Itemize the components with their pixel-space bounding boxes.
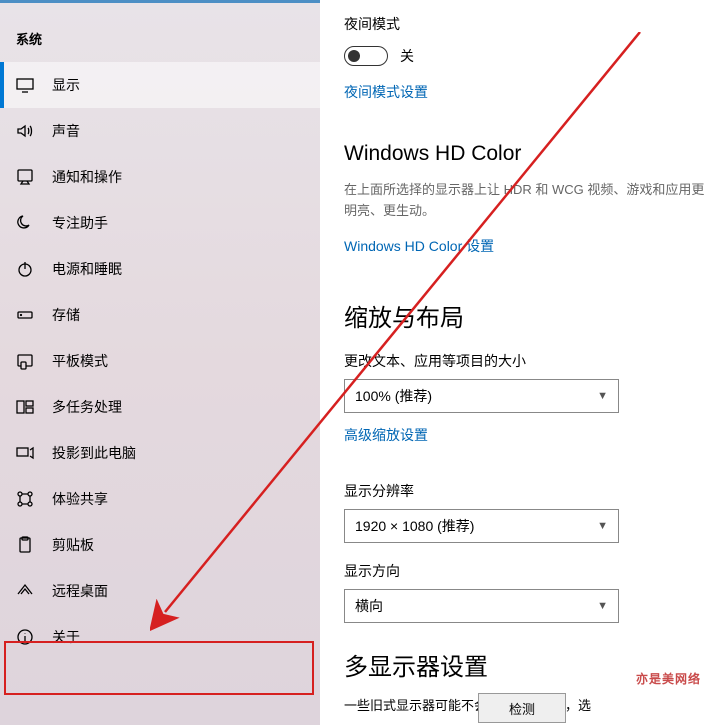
moon-icon [16,214,34,232]
text-size-value: 100% (推荐) [355,386,432,406]
text-size-dropdown[interactable]: 100% (推荐) ▼ [344,379,619,413]
chevron-down-icon: ▼ [597,600,608,612]
sidebar-item-label: 剪贴板 [52,535,94,555]
sidebar-item-tablet[interactable]: 平板模式 [0,338,320,384]
detect-button[interactable]: 检测 [478,693,566,723]
notification-icon [16,168,34,186]
sidebar-title: 系统 [0,11,320,62]
project-icon [16,444,34,462]
monitor-icon [16,76,34,94]
sidebar-item-share[interactable]: 体验共享 [0,476,320,522]
chevron-down-icon: ▼ [597,520,608,532]
resolution-dropdown[interactable]: 1920 × 1080 (推荐) ▼ [344,509,619,543]
sidebar-item-label: 投影到此电脑 [52,443,136,463]
remote-icon [16,582,34,600]
night-mode-toggle[interactable] [344,46,388,66]
main-content: 夜间模式 关 夜间模式设置 Windows HD Color 在上面所选择的显示… [320,0,711,725]
sidebar-item-display[interactable]: 显示 [0,62,320,108]
orientation-value: 横向 [355,596,383,616]
resolution-value: 1920 × 1080 (推荐) [355,516,474,536]
sidebar-item-focus[interactable]: 专注助手 [0,200,320,246]
scale-layout-title: 缩放与布局 [344,298,711,333]
night-mode-state: 关 [400,46,414,66]
sidebar-item-label: 存储 [52,305,80,325]
sidebar-item-sound[interactable]: 声音 [0,108,320,154]
storage-icon [16,306,34,324]
orientation-dropdown[interactable]: 横向 ▼ [344,589,619,623]
sidebar-item-storage[interactable]: 存储 [0,292,320,338]
sidebar-item-label: 电源和睡眠 [52,259,122,279]
chevron-down-icon: ▼ [597,390,608,402]
sidebar-item-label: 远程桌面 [52,581,108,601]
night-mode-label: 夜间模式 [344,14,711,34]
sidebar-item-clipboard[interactable]: 剪贴板 [0,522,320,568]
sidebar-item-remote[interactable]: 远程桌面 [0,568,320,614]
info-icon [16,628,34,646]
watermark-text: 亦是美网络 [636,670,701,687]
sidebar-item-multitask[interactable]: 多任务处理 [0,384,320,430]
speaker-icon [16,122,34,140]
sidebar-item-label: 平板模式 [52,351,108,371]
sidebar-item-label: 关于 [52,627,80,647]
sidebar-item-label: 体验共享 [52,489,108,509]
night-mode-settings-link[interactable]: 夜间模式设置 [344,82,428,102]
sidebar-item-power[interactable]: 电源和睡眠 [0,246,320,292]
sidebar: 系统 显示 声音 通知和操作 专注助手 电源和睡眠 存储 [0,0,320,725]
sidebar-item-notifications[interactable]: 通知和操作 [0,154,320,200]
power-icon [16,260,34,278]
hd-color-link[interactable]: Windows HD Color 设置 [344,236,494,256]
sidebar-item-label: 专注助手 [52,213,108,233]
multitask-icon [16,398,34,416]
sidebar-item-about[interactable]: 关于 [0,614,320,660]
advanced-scale-link[interactable]: 高级缩放设置 [344,425,428,445]
sidebar-item-label: 通知和操作 [52,167,122,187]
hd-color-title: Windows HD Color [344,142,711,166]
text-size-label: 更改文本、应用等项目的大小 [344,351,711,371]
tablet-icon [16,352,34,370]
sidebar-item-project[interactable]: 投影到此电脑 [0,430,320,476]
clipboard-icon [16,536,34,554]
orientation-label: 显示方向 [344,561,711,581]
sidebar-item-label: 显示 [52,75,80,95]
sidebar-item-label: 多任务处理 [52,397,122,417]
sidebar-item-label: 声音 [52,121,80,141]
share-icon [16,490,34,508]
hd-color-desc: 在上面所选择的显示器上让 HDR 和 WCG 视频、游戏和应用更明亮、更生动。 [344,180,711,222]
resolution-label: 显示分辨率 [344,481,711,501]
